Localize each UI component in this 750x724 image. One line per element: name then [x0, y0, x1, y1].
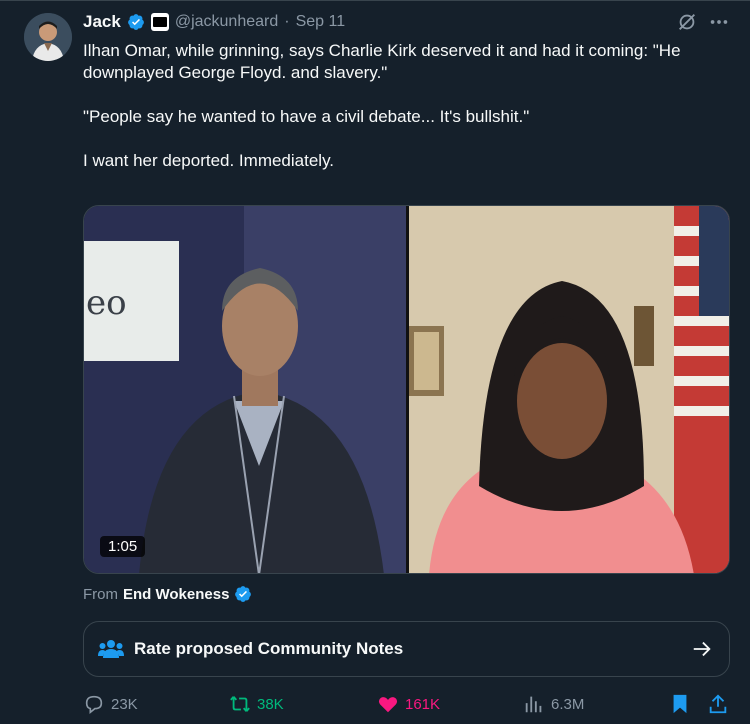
- divider: [0, 0, 750, 1]
- tweet-header: Jack @jackunheard · Sep 11: [83, 11, 345, 33]
- views-icon: [525, 696, 542, 713]
- like-button[interactable]: 161K: [377, 693, 440, 715]
- video-player[interactable]: eo 1:05: [83, 205, 730, 574]
- more-icon[interactable]: [708, 11, 730, 33]
- rate-community-notes-button[interactable]: Rate proposed Community Notes: [83, 621, 730, 677]
- arrow-right-icon: [693, 641, 711, 657]
- repost-count: 38K: [257, 695, 284, 713]
- avatar[interactable]: [24, 13, 72, 61]
- video-frame: eo: [84, 206, 729, 573]
- source-prefix: From: [83, 585, 118, 603]
- video-duration: 1:05: [100, 536, 146, 557]
- repost-icon: [230, 696, 250, 712]
- tweet-text-line: I want her deported. Immediately.: [83, 151, 335, 170]
- reply-icon: [85, 695, 103, 714]
- background-screen-text: eo: [86, 283, 127, 323]
- views-button[interactable]: 6.3M: [523, 693, 584, 715]
- grok-icon[interactable]: [676, 11, 698, 33]
- source-name[interactable]: End Wokeness: [123, 586, 229, 603]
- tweet-text-line: "People say he wanted to have a civil de…: [83, 107, 530, 126]
- tweet[interactable]: Jack @jackunheard · Sep 11 Ilhan Omar, w…: [0, 0, 750, 724]
- source-attribution: From End Wokeness: [83, 585, 252, 603]
- verified-badge-icon: [127, 14, 144, 30]
- author-handle[interactable]: @jackunheard: [175, 13, 278, 31]
- community-notes-icon: [98, 640, 124, 658]
- share-icon[interactable]: [707, 693, 729, 715]
- tweet-date[interactable]: Sep 11: [296, 13, 346, 31]
- bookmark-icon[interactable]: [669, 693, 691, 715]
- tweet-text: Ilhan Omar, while grinning, says Charlie…: [83, 40, 733, 172]
- reply-button[interactable]: 23K: [83, 693, 138, 715]
- author-name[interactable]: Jack: [83, 12, 121, 32]
- affiliate-badge-icon[interactable]: [150, 13, 169, 31]
- separator-dot: ·: [284, 13, 290, 30]
- community-notes-label: Rate proposed Community Notes: [134, 639, 404, 658]
- like-icon: [378, 697, 398, 713]
- action-bar: 23K 38K 161K 6.3M: [83, 693, 733, 717]
- verified-badge-icon: [235, 586, 252, 602]
- repost-button[interactable]: 38K: [229, 693, 284, 715]
- views-count: 6.3M: [551, 695, 585, 713]
- tweet-text-line: Ilhan Omar, while grinning, says Charlie…: [83, 41, 681, 82]
- reply-count: 23K: [111, 695, 138, 713]
- like-count: 161K: [405, 695, 441, 713]
